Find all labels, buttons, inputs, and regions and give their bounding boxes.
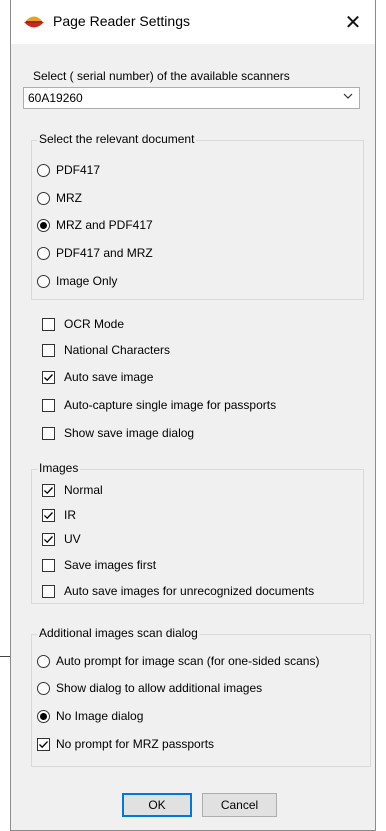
checkbox-no-prompt-mrz[interactable]: [37, 738, 50, 751]
checkbox-auto-save-image-label: Auto save image: [64, 370, 154, 384]
scanner-label: Select ( serial number) of the available…: [33, 69, 290, 83]
checkbox-save-images-first[interactable]: [42, 559, 55, 572]
check-icon: [44, 374, 53, 382]
radio-no-image-dialog-label: No Image dialog: [56, 709, 144, 723]
checkbox-auto-save-unrecognized-label: Auto save images for unrecognized docume…: [64, 584, 315, 598]
checkbox-auto-save-unrecognized[interactable]: [42, 585, 55, 598]
radio-mrz-label: MRZ: [56, 191, 82, 205]
radio-pdf417[interactable]: [37, 164, 50, 177]
checkbox-national-characters[interactable]: [42, 344, 55, 357]
radio-auto-prompt-label: Auto prompt for image scan (for one-side…: [56, 654, 320, 668]
check-icon: [39, 741, 48, 749]
scanner-selected-value: 60A19260: [28, 91, 83, 105]
radio-mrz[interactable]: [37, 192, 50, 205]
checkbox-ir[interactable]: [42, 509, 55, 522]
checkbox-normal-label: Normal: [64, 483, 103, 497]
check-icon: [44, 536, 53, 544]
close-icon: ✕: [344, 11, 362, 34]
checkbox-ir-label: IR: [64, 508, 76, 522]
chevron-down-icon: [343, 93, 353, 99]
app-logo-icon: [24, 16, 44, 28]
radio-show-dialog-label: Show dialog to allow additional images: [56, 681, 263, 695]
radio-pdf417-label: PDF417: [56, 163, 101, 177]
cancel-button-label: Cancel: [220, 798, 259, 812]
check-icon: [44, 512, 53, 520]
checkbox-show-save-dialog-label: Show save image dialog: [64, 426, 195, 440]
radio-pdf417-and-mrz[interactable]: [37, 247, 50, 260]
document-group-title: Select the relevant document: [37, 132, 197, 146]
checkbox-ocr-mode-label: OCR Mode: [64, 317, 125, 331]
cancel-button[interactable]: Cancel: [202, 793, 277, 817]
ok-button-label: OK: [148, 798, 166, 812]
checkbox-national-characters-label: National Characters: [64, 343, 171, 357]
checkbox-auto-capture-passports-label: Auto-capture single image for passports: [64, 398, 277, 412]
scanner-select[interactable]: 60A19260: [23, 87, 360, 109]
checkbox-save-images-first-label: Save images first: [64, 558, 157, 572]
radio-auto-prompt[interactable]: [37, 655, 50, 668]
radio-no-image-dialog[interactable]: [37, 710, 50, 723]
ok-button[interactable]: OK: [122, 793, 192, 817]
radio-image-only-label: Image Only: [56, 274, 118, 288]
images-group-title: Images: [37, 461, 81, 475]
radio-mrz-and-pdf417[interactable]: [37, 219, 50, 232]
background-divider: [0, 656, 10, 657]
radio-image-only[interactable]: [37, 275, 50, 288]
checkbox-uv-label: UV: [64, 532, 81, 546]
checkbox-uv[interactable]: [42, 533, 55, 546]
checkbox-auto-capture-passports[interactable]: [42, 399, 55, 412]
radio-mrz-and-pdf417-label: MRZ and PDF417: [56, 218, 153, 232]
checkbox-ocr-mode[interactable]: [42, 318, 55, 331]
checkbox-no-prompt-mrz-label: No prompt for MRZ passports: [56, 737, 215, 751]
additional-scan-group-title: Additional images scan dialog: [37, 626, 200, 640]
checkbox-auto-save-image[interactable]: [42, 371, 55, 384]
checkbox-normal[interactable]: [42, 484, 55, 497]
radio-show-dialog[interactable]: [37, 682, 50, 695]
settings-dialog: Page Reader Settings ✕ Select ( serial n…: [10, 0, 376, 831]
radio-pdf417-and-mrz-label: PDF417 and MRZ: [56, 246, 153, 260]
checkbox-show-save-dialog[interactable]: [42, 427, 55, 440]
window-title: Page Reader Settings: [53, 13, 190, 29]
close-button[interactable]: ✕: [331, 0, 375, 44]
check-icon: [44, 487, 53, 495]
title-bar: Page Reader Settings ✕: [11, 0, 375, 44]
background-window: [0, 0, 10, 831]
